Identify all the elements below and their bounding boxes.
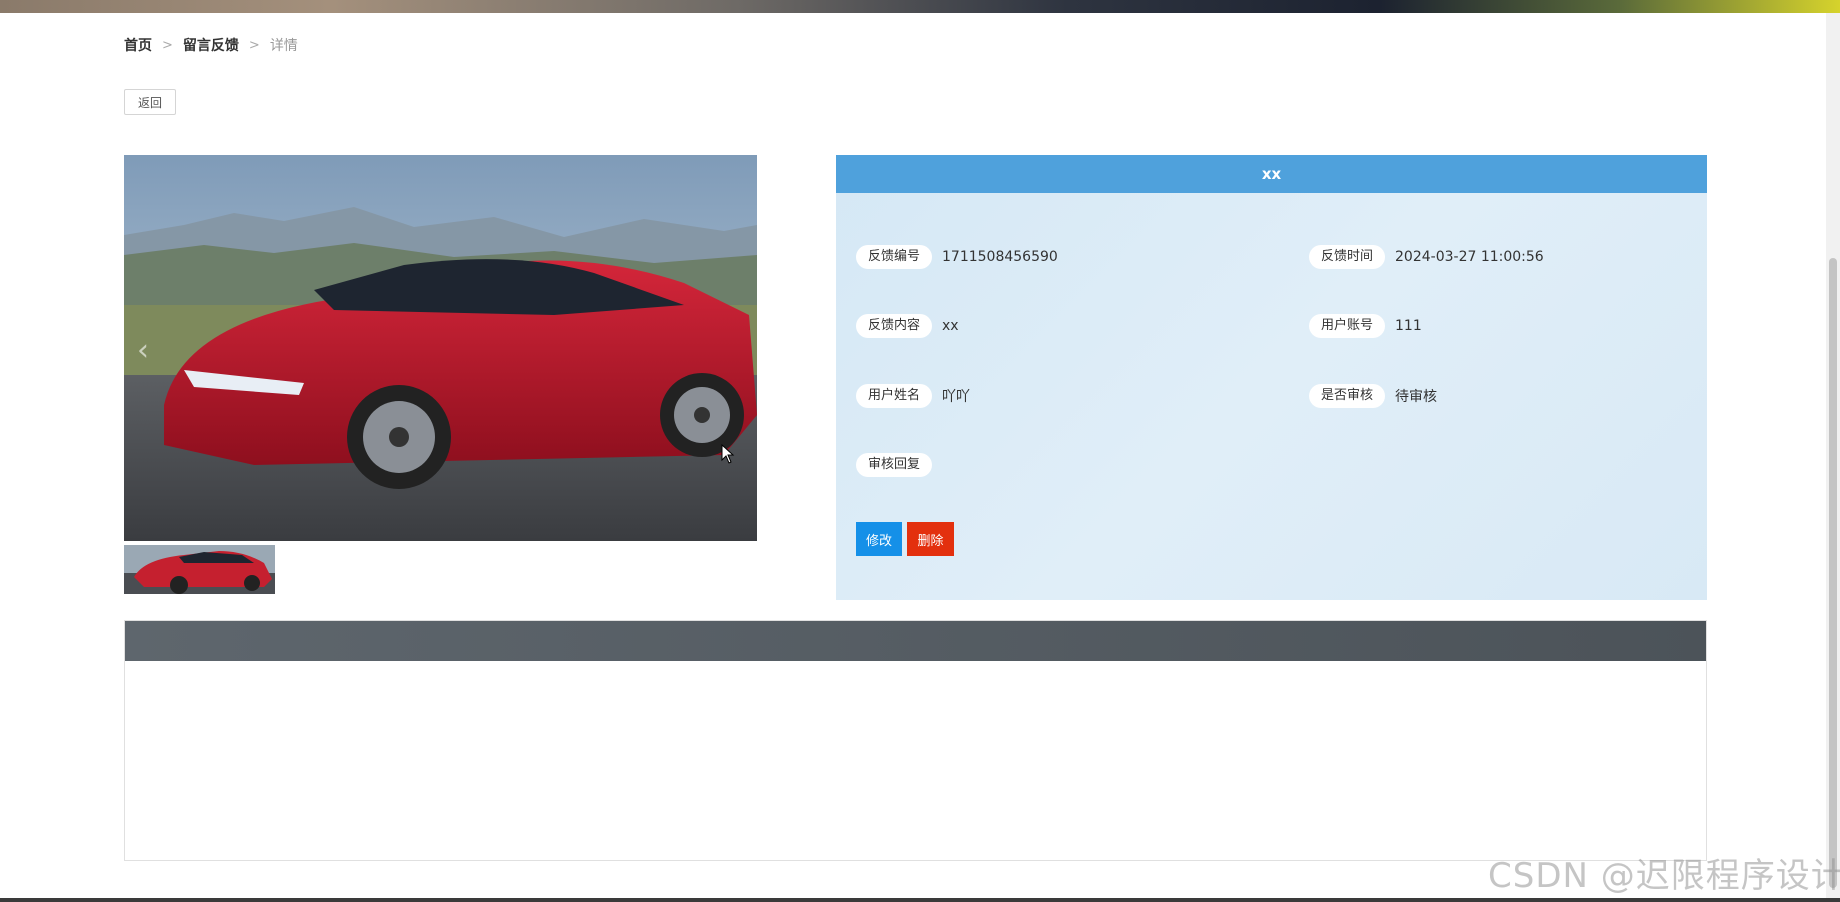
field-value: 1711508456590 <box>942 249 1058 265</box>
field-content: 反馈内容 xx <box>856 314 959 338</box>
product-image <box>124 155 757 541</box>
field-value: 吖吖 <box>942 389 971 405</box>
field-label: 审核回复 <box>856 453 933 477</box>
field-label: 反馈时间 <box>1309 245 1386 269</box>
field-label: 用户账号 <box>1309 314 1386 338</box>
thumbnail-image[interactable] <box>124 545 275 594</box>
breadcrumb-separator: > <box>248 37 260 53</box>
field-label: 反馈内容 <box>856 314 933 338</box>
field-value: xx <box>942 318 959 334</box>
breadcrumb-home[interactable]: 首页 <box>124 35 152 55</box>
back-button[interactable]: 返回 <box>124 89 176 115</box>
field-value: 待审核 <box>1395 389 1438 405</box>
breadcrumb-separator: > <box>162 37 173 53</box>
field-audit-reply: 审核回复 <box>856 453 942 477</box>
breadcrumb-feedback[interactable]: 留言反馈 <box>183 35 239 55</box>
field-username: 用户姓名 吖吖 <box>856 384 970 408</box>
scrollbar-thumb[interactable] <box>1829 258 1837 888</box>
breadcrumb-current: 详情 <box>269 38 298 54</box>
chevron-left-icon[interactable]: ‹ <box>137 336 149 366</box>
bottom-bar <box>0 898 1840 902</box>
field-label: 是否审核 <box>1309 384 1386 408</box>
comment-section <box>124 620 1707 861</box>
field-audit-status: 是否审核 待审核 <box>1309 384 1437 408</box>
field-account: 用户账号 111 <box>1309 314 1422 338</box>
field-label: 用户姓名 <box>856 384 933 408</box>
field-feedback-no: 反馈编号 1711508456590 <box>856 245 1058 269</box>
mouse-cursor-icon <box>721 443 735 468</box>
detail-title: xx <box>836 155 1707 193</box>
watermark: CSDN @迟限程序设计 <box>1488 856 1840 896</box>
field-value: 111 <box>1395 318 1422 334</box>
field-feedback-time: 反馈时间 2024-03-27 11:00:56 <box>1309 245 1544 269</box>
field-value: 2024-03-27 11:00:56 <box>1395 249 1544 265</box>
edit-button[interactable]: 修改 <box>856 522 902 556</box>
top-banner-image <box>0 0 1840 13</box>
comment-section-header <box>125 621 1706 661</box>
field-label: 反馈编号 <box>856 245 933 269</box>
detail-panel: xx 反馈编号 1711508456590 反馈时间 2024-03-27 11… <box>836 155 1707 600</box>
delete-button[interactable]: 删除 <box>907 522 954 556</box>
breadcrumb: 首页 > 留言反馈 > 详情 <box>124 35 298 55</box>
